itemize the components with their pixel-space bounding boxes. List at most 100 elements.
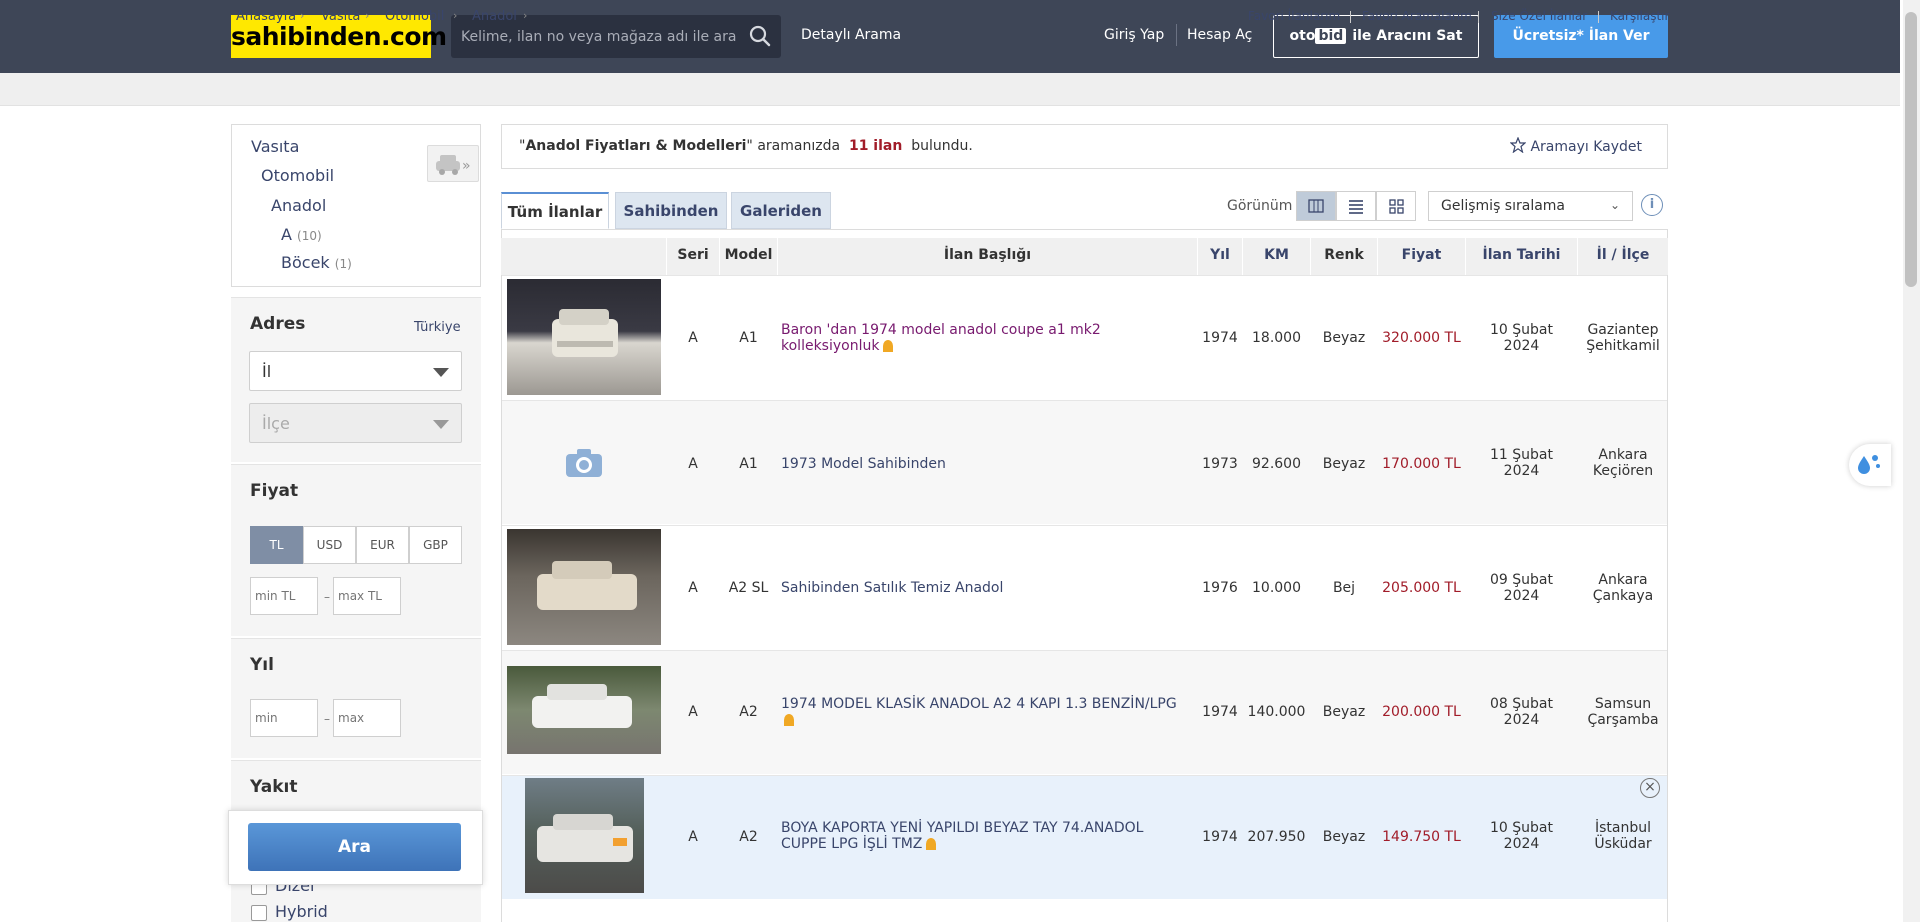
price-title: Fiyat xyxy=(250,481,299,501)
listing-title-link[interactable]: Sahibinden Satılık Temiz Anadol xyxy=(781,580,1191,596)
otobid-oto: oto xyxy=(1289,28,1316,44)
sort-select[interactable]: Gelişmiş sıralama ⌄ xyxy=(1428,191,1633,221)
listing-location: Ankara Keçiören xyxy=(1578,447,1668,479)
price-dash: – xyxy=(324,590,330,604)
province-select[interactable]: İl xyxy=(249,351,462,391)
listing-price: 200.000 TL xyxy=(1382,704,1461,720)
search-button[interactable]: Ara xyxy=(248,823,461,871)
fuel-hybrid-checkbox[interactable] xyxy=(251,905,267,921)
currency-tl[interactable]: TL xyxy=(250,526,303,564)
search-icon[interactable] xyxy=(749,25,771,47)
save-search-link[interactable]: Aramayı Kaydet xyxy=(1509,136,1642,155)
tab-all-listings[interactable]: Tüm İlanlar xyxy=(501,192,609,229)
currency-eur[interactable]: EUR xyxy=(356,526,409,564)
car-compare-icon[interactable]: » xyxy=(427,145,479,182)
tab-by-gallery[interactable]: Galeriden xyxy=(731,192,831,229)
currency-usd[interactable]: USD xyxy=(303,526,356,564)
listing-city: Samsun xyxy=(1594,696,1652,712)
listing-title-link[interactable]: BOYA KAPORTA YENİ YAPILDI BEYAZ TAY 74.A… xyxy=(781,820,1161,852)
result-count: 11 ilan xyxy=(848,138,903,154)
currency-gbp[interactable]: GBP xyxy=(409,526,462,564)
listing-thumbnail[interactable] xyxy=(507,666,661,754)
listing-km: 92.600 xyxy=(1252,456,1301,472)
listing-thumbnail[interactable] xyxy=(525,778,644,893)
listing-title-link[interactable]: Baron 'dan 1974 model anadol coupe a1 mk… xyxy=(781,322,1191,354)
listing-color: Beyaz xyxy=(1322,456,1366,472)
column-header-color[interactable]: Renk xyxy=(1311,247,1377,263)
view-list-button[interactable] xyxy=(1336,191,1376,221)
column-header-model[interactable]: Model xyxy=(720,247,777,263)
view-grid-button[interactable] xyxy=(1376,191,1416,221)
result-text-mid: aramanızda xyxy=(757,138,841,154)
listing-color: Beyaz xyxy=(1322,829,1366,845)
breadcrumb-otomobil[interactable]: Otomobil xyxy=(385,9,444,24)
listing-date-year: 2024 xyxy=(1503,338,1540,354)
list-view-icon xyxy=(1349,200,1363,214)
breadcrumb-chevron-icon: › xyxy=(300,9,305,22)
info-icon[interactable]: i xyxy=(1641,194,1663,216)
listing-series: A xyxy=(688,829,698,845)
max-year-input[interactable] xyxy=(333,699,401,737)
util-divider xyxy=(1598,11,1599,23)
breadcrumb-anasayfa[interactable]: Anasayfa xyxy=(236,9,296,24)
listing-district: Çarşamba xyxy=(1587,712,1659,728)
column-header-title[interactable]: İlan Başlığı xyxy=(778,247,1197,263)
category-otomobil[interactable]: Otomobil xyxy=(261,166,334,185)
address-scope-link[interactable]: Türkiye xyxy=(414,320,461,335)
column-header-seri[interactable]: Seri xyxy=(667,247,719,263)
listing-year: 1976 xyxy=(1202,580,1238,596)
view-table-button[interactable] xyxy=(1296,191,1336,221)
detailed-search-link[interactable]: Detaylı Arama xyxy=(801,27,901,43)
compare-link[interactable]: Karşılaştır xyxy=(1610,9,1669,23)
column-header-km[interactable]: KM xyxy=(1243,247,1310,263)
listing-title-link[interactable]: 1974 MODEL KLASİK ANADOL A2 4 KAPI 1.3 B… xyxy=(781,696,1197,728)
table-view-icon xyxy=(1308,199,1324,213)
column-header-year[interactable]: Yıl xyxy=(1198,247,1242,263)
listing-date-day: 10 Şubat xyxy=(1490,820,1553,836)
special-listings-link[interactable]: Size Özel İlanlar xyxy=(1491,9,1587,23)
grid-view-icon xyxy=(1389,199,1404,214)
column-header-price[interactable]: Fiyat xyxy=(1378,247,1465,263)
login-link[interactable]: Giriş Yap xyxy=(1104,27,1164,43)
column-header-location[interactable]: İl / İlçe xyxy=(1578,247,1668,263)
fuel-hybrid-label[interactable]: Hybrid xyxy=(275,902,328,921)
breadcrumb-vasita[interactable]: Vasıta xyxy=(321,9,360,24)
max-price-input[interactable] xyxy=(333,577,401,615)
listing-model: A1 xyxy=(739,330,758,346)
camera-icon xyxy=(565,448,603,482)
column-header-date[interactable]: İlan Tarihi xyxy=(1466,247,1577,263)
category-anadol[interactable]: Anadol xyxy=(271,196,326,215)
chevron-down-icon xyxy=(433,420,449,429)
listing-series: A xyxy=(688,330,698,346)
scrollbar-thumb[interactable] xyxy=(1905,12,1917,287)
listing-year: 1974 xyxy=(1202,330,1238,346)
listing-date-day: 11 Şubat xyxy=(1490,447,1553,463)
favorite-searches-link[interactable]: Favori Aramalarım xyxy=(1362,9,1472,23)
feedback-widget[interactable] xyxy=(1849,444,1891,486)
min-price-input[interactable] xyxy=(250,577,318,615)
favorite-listings-link[interactable]: Favori İlanlarım xyxy=(1248,9,1340,23)
result-summary: "Anadol Fiyatları & Modelleri" aramanızd… xyxy=(519,138,973,154)
listing-model: A2 SL xyxy=(728,580,769,596)
district-select[interactable]: İlçe xyxy=(249,403,462,443)
save-search-label: Aramayı Kaydet xyxy=(1530,139,1642,155)
listing-date-year: 2024 xyxy=(1503,836,1540,852)
listing-thumbnail[interactable] xyxy=(507,279,661,395)
category-a[interactable]: A (10) xyxy=(281,225,322,244)
listing-thumbnail[interactable] xyxy=(507,529,661,645)
category-vasita[interactable]: Vasıta xyxy=(251,137,299,156)
listing-district: Üsküdar xyxy=(1594,836,1652,852)
min-year-input[interactable] xyxy=(250,699,318,737)
category-bocek[interactable]: Böcek (1) xyxy=(281,253,352,272)
listing-date-day: 08 Şubat xyxy=(1490,696,1553,712)
register-link[interactable]: Hesap Aç xyxy=(1187,27,1252,43)
tab-by-owner[interactable]: Sahibinden xyxy=(615,192,727,229)
listing-location: Gaziantep Şehitkamil xyxy=(1578,322,1668,354)
district-select-value: İlçe xyxy=(262,414,290,433)
listing-date-year: 2024 xyxy=(1503,712,1540,728)
otobid-text: ile Aracını Sat xyxy=(1352,28,1463,44)
close-icon[interactable]: × xyxy=(1640,778,1660,798)
breadcrumb-anadol[interactable]: Anadol xyxy=(472,9,517,24)
listing-km: 207.950 xyxy=(1247,829,1306,845)
listing-title-link[interactable]: 1973 Model Sahibinden xyxy=(781,456,1191,472)
